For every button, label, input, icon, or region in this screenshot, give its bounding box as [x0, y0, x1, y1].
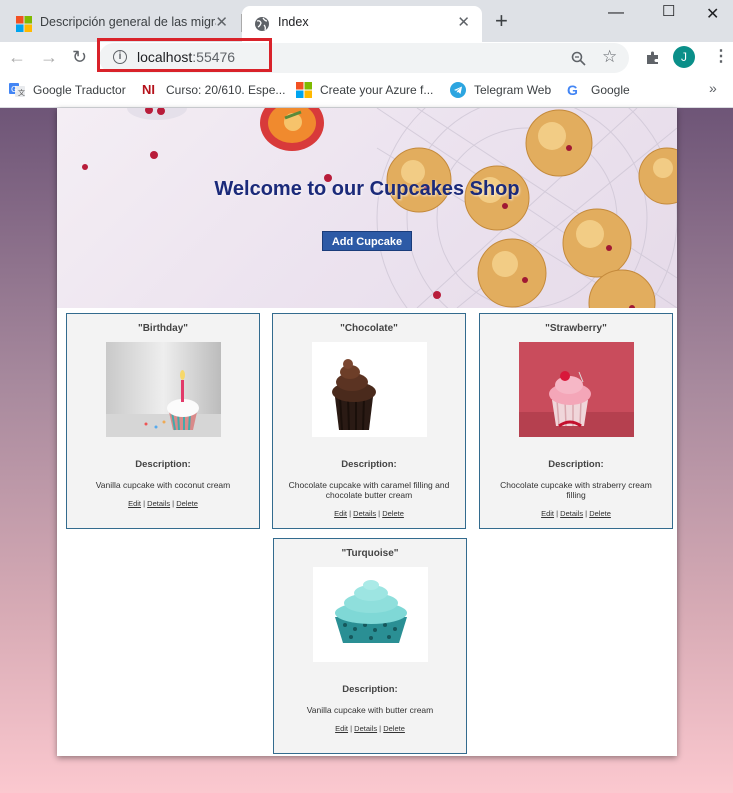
telegram-icon [450, 82, 466, 98]
google-icon: G [567, 82, 578, 98]
more-bookmarks-icon[interactable]: » [709, 80, 717, 96]
card-actions: Edit | Details | Delete [334, 509, 404, 518]
tab-index[interactable]: Index ✕ [242, 6, 482, 42]
avatar[interactable]: J [673, 46, 695, 68]
cupcake-image [106, 342, 221, 437]
close-icon[interactable]: ✕ [215, 14, 228, 32]
bookmark-google[interactable]: G Google [567, 82, 630, 98]
cupcake-card: "Strawberry" Description: Chocolate cupc… [479, 313, 673, 529]
tab-strip: Descripción general de las migraci ✕ Ind… [0, 0, 733, 42]
cupcake-image [312, 342, 427, 437]
minimize-icon[interactable]: — [608, 4, 624, 22]
globe-icon [255, 17, 269, 31]
forward-arrow-icon[interactable]: → [40, 46, 58, 68]
svg-text:G: G [11, 85, 17, 94]
tab-descripcion[interactable]: Descripción general de las migraci ✕ [4, 6, 240, 42]
edit-link[interactable]: Edit [335, 724, 348, 733]
star-icon[interactable]: ☆ [602, 47, 617, 67]
google-translate-icon: G文 [9, 83, 25, 97]
zoom-icon[interactable] [571, 51, 586, 66]
page-container: Welcome to our Cupcakes Shop Add Cupcake… [57, 108, 677, 756]
details-link[interactable]: Details [147, 499, 170, 508]
cupcake-card: "Turquoise" Description: Vanilla cupcake… [273, 538, 467, 754]
description-label: Description: [135, 459, 191, 470]
highlight-box [97, 38, 272, 72]
bookmark-google-traductor[interactable]: G文 Google Traductor [9, 82, 126, 98]
description-label: Description: [548, 459, 604, 470]
cupcake-image [313, 567, 428, 662]
cupcake-name: "Strawberry" [545, 323, 607, 334]
delete-link[interactable]: Delete [382, 509, 404, 518]
delete-link[interactable]: Delete [589, 509, 611, 518]
bookmark-label: Google [591, 83, 630, 97]
page-title: Welcome to our Cupcakes Shop [214, 178, 520, 200]
delete-link[interactable]: Delete [176, 499, 198, 508]
details-link[interactable]: Details [560, 509, 583, 518]
cupcake-description: Chocolate cupcake with caramel filling a… [288, 480, 450, 500]
cupcake-card: "Chocolate" Description: Chocolate cupca… [272, 313, 466, 529]
edit-link[interactable]: Edit [128, 499, 141, 508]
bookmarks-bar: G文 Google Traductor NI Curso: 20/610. Es… [0, 73, 733, 108]
cupcake-name: "Chocolate" [340, 323, 398, 334]
cupcake-image [519, 342, 634, 437]
edit-link[interactable]: Edit [334, 509, 347, 518]
details-link[interactable]: Details [353, 509, 376, 518]
description-label: Description: [341, 459, 397, 470]
cupcake-name: "Turquoise" [341, 548, 399, 559]
microsoft-icon [296, 82, 312, 98]
reload-icon[interactable]: ↻ [72, 46, 87, 68]
microsoft-icon [16, 16, 32, 32]
cupcake-description: Chocolate cupcake with straberry cream f… [500, 480, 652, 500]
card-actions: Edit | Details | Delete [335, 724, 405, 733]
bookmark-label: Telegram Web [474, 83, 552, 97]
hero-image [82, 108, 677, 308]
hero-banner: Welcome to our Cupcakes Shop Add Cupcake [57, 108, 677, 308]
description-label: Description: [342, 684, 398, 695]
close-window-icon[interactable]: ✕ [706, 4, 719, 24]
bookmark-label: Curso: 20/610. Espe... [166, 83, 286, 97]
new-tab-button[interactable]: + [495, 10, 508, 32]
cupcake-description: Vanilla cupcake with coconut cream [95, 480, 231, 490]
edit-link[interactable]: Edit [541, 509, 554, 518]
cupcake-card: "Birthday" Description: Vanilla cupcake … [66, 313, 260, 529]
cupcake-name: "Birthday" [137, 323, 189, 334]
extensions-icon[interactable] [645, 50, 660, 65]
bookmark-label: Google Traductor [33, 83, 126, 97]
tab-title: Descripción general de las migraci [40, 15, 216, 29]
menu-icon[interactable]: ⋮ [713, 46, 729, 66]
bookmark-curso[interactable]: NI Curso: 20/610. Espe... [142, 82, 285, 98]
close-icon[interactable]: ✕ [457, 14, 470, 32]
maximize-icon[interactable]: ☐ [662, 2, 675, 20]
back-arrow-icon[interactable]: ← [8, 46, 26, 68]
tab-title: Index [278, 15, 309, 29]
ni-icon: NI [142, 82, 155, 97]
add-cupcake-button[interactable]: Add Cupcake [322, 231, 412, 251]
card-actions: Edit | Details | Delete [128, 499, 198, 508]
bookmark-azure[interactable]: Create your Azure f... [296, 82, 433, 98]
card-actions: Edit | Details | Delete [541, 509, 611, 518]
details-link[interactable]: Details [354, 724, 377, 733]
delete-link[interactable]: Delete [383, 724, 405, 733]
cupcake-description: Vanilla cupcake with butter cream [306, 705, 434, 715]
bookmark-telegram[interactable]: Telegram Web [450, 82, 551, 98]
svg-text:文: 文 [18, 88, 25, 97]
bookmark-label: Create your Azure f... [320, 83, 434, 97]
